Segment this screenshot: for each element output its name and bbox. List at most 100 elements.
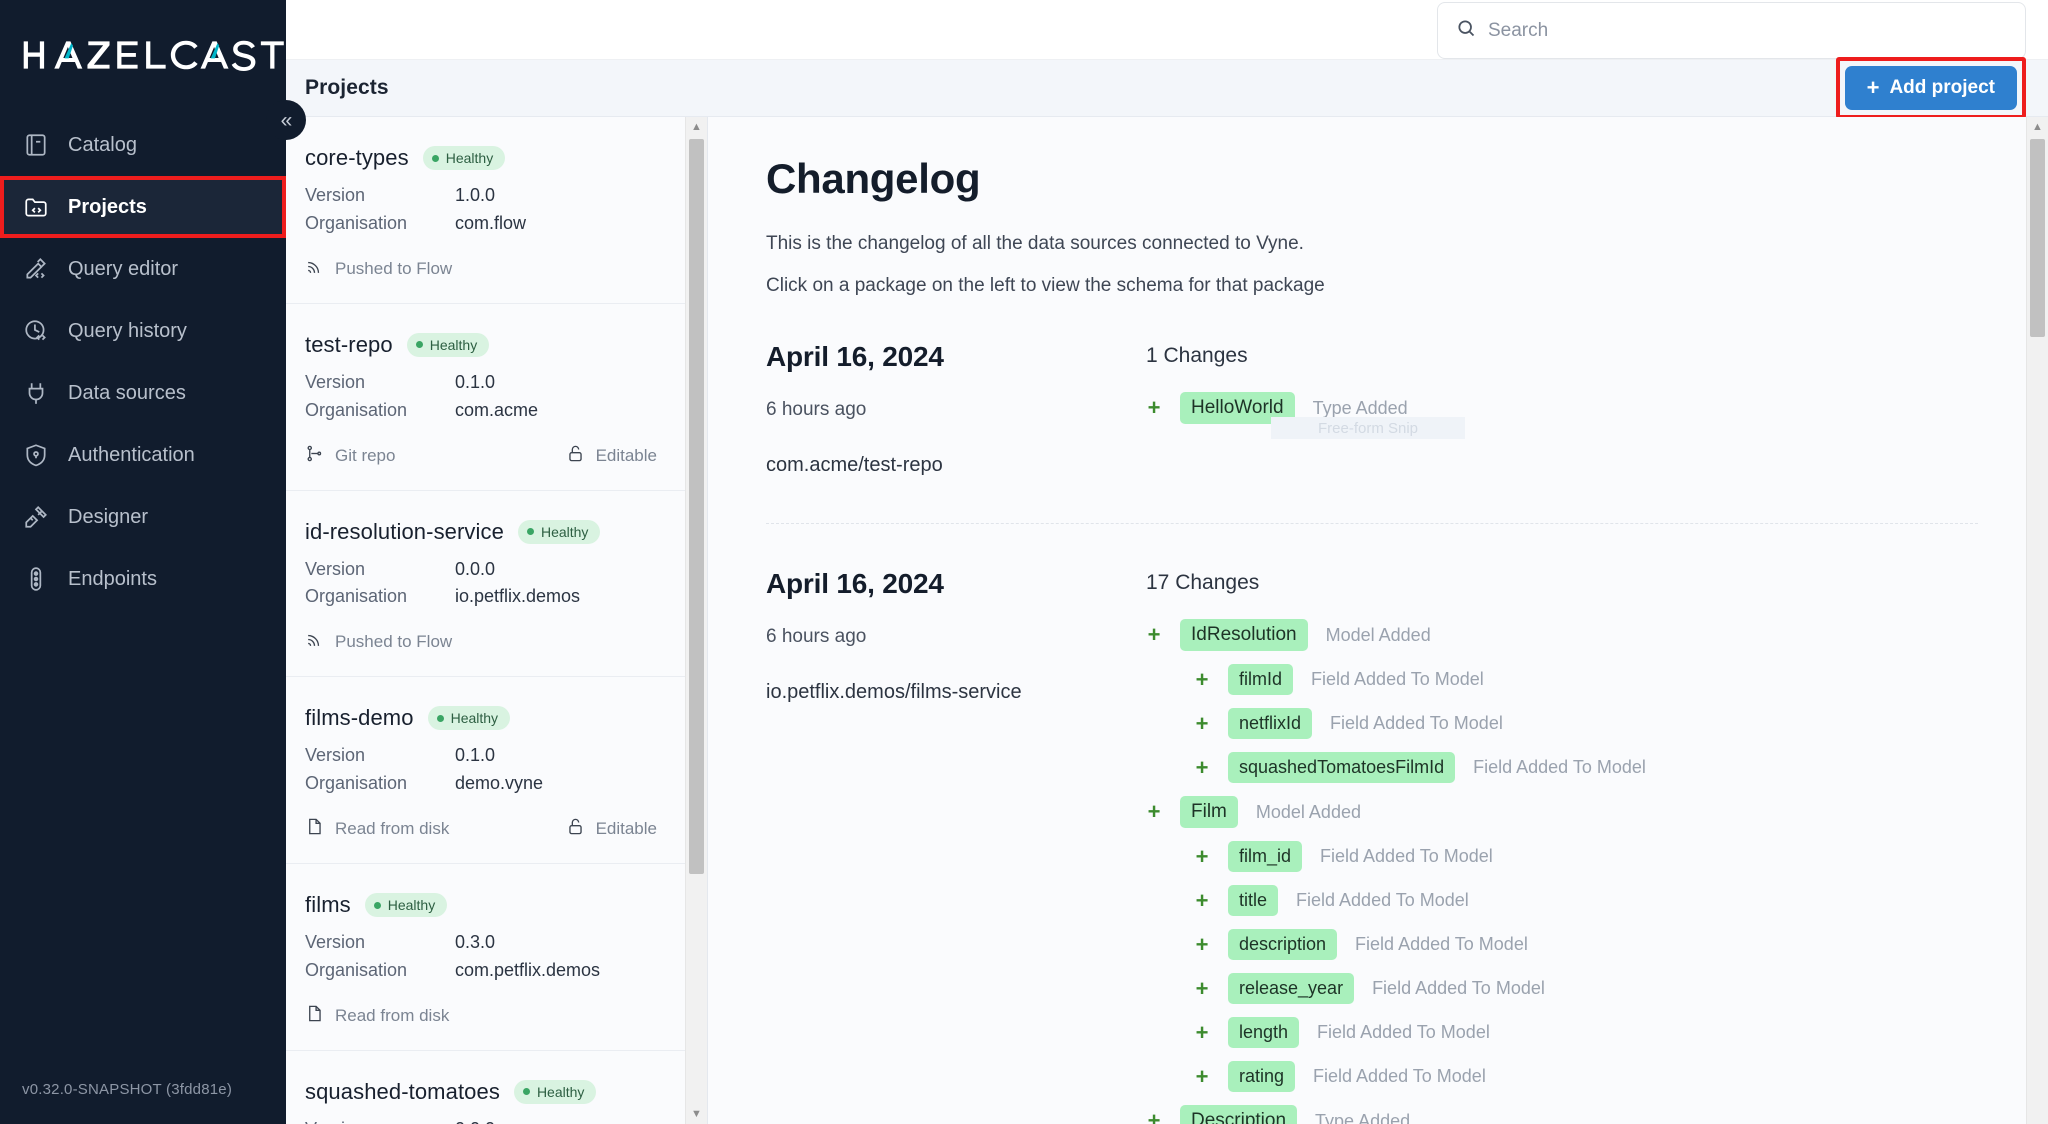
- project-organisation-row: Organisation com.flow: [305, 210, 657, 238]
- status-label: Healthy: [536, 1083, 585, 1100]
- plus-icon: +: [1195, 1019, 1209, 1045]
- project-name: films: [305, 892, 351, 918]
- project-card-header: test-repo Healthy: [305, 332, 657, 358]
- change-tag: netflixId: [1228, 708, 1313, 739]
- change-row[interactable]: + IdResolution Model Added: [1146, 619, 1978, 651]
- change-tag: title: [1228, 885, 1279, 916]
- search-input[interactable]: [1488, 19, 2007, 42]
- project-meta: Pushed to Flow: [305, 257, 657, 281]
- project-card[interactable]: test-repo Healthy Version 0.1.0 Organisa…: [286, 304, 685, 491]
- changelog-entry-date: April 16, 2024: [766, 341, 944, 372]
- change-tag: release_year: [1228, 973, 1355, 1004]
- change-row[interactable]: + filmId Field Added To Model: [1146, 664, 1978, 695]
- status-dot-icon: [415, 341, 423, 349]
- change-kind: Field Added To Model: [1473, 757, 1646, 777]
- status-label: Healthy: [540, 523, 589, 540]
- sidebar-item-projects[interactable]: Projects: [0, 176, 286, 238]
- main-region: Projects + Add project core-types: [286, 0, 2048, 1124]
- project-card[interactable]: core-types Healthy Version 1.0.0 Organis…: [286, 117, 685, 304]
- sidebar-item-catalog[interactable]: Catalog: [0, 114, 286, 176]
- add-project-button[interactable]: + Add project: [1844, 66, 2017, 110]
- project-card-header: squashed-tomatoes Healthy: [305, 1079, 657, 1105]
- project-card[interactable]: films-demo Healthy Version 0.1.0 Organis…: [286, 677, 685, 865]
- plus-icon: +: [1195, 843, 1209, 869]
- change-tag: length: [1228, 1017, 1300, 1048]
- plus-icon: +: [1195, 1063, 1209, 1089]
- project-source: Read from disk: [305, 817, 449, 841]
- scrollbar-thumb[interactable]: [2030, 139, 2045, 337]
- plus-icon: +: [1195, 754, 1209, 780]
- project-version-row: Version 0.1.0: [305, 742, 657, 770]
- change-kind: Field Added To Model: [1320, 846, 1493, 866]
- change-row[interactable]: + description Field Added To Model: [1146, 929, 1978, 960]
- unlock-icon: [566, 817, 585, 841]
- project-editable: Editable: [566, 817, 657, 841]
- status-badge: Healthy: [517, 519, 601, 544]
- chevron-double-left-icon: «: [280, 108, 293, 132]
- plus-icon: +: [1147, 395, 1161, 420]
- change-row[interactable]: + Description Type Added: [1146, 1105, 1978, 1124]
- version-label: Version: [305, 558, 366, 579]
- scroll-down-arrow-icon[interactable]: ▼: [686, 1104, 707, 1124]
- status-label: Healthy: [445, 150, 494, 166]
- status-badge: Healthy: [427, 706, 511, 731]
- query-history-icon: [22, 317, 50, 345]
- catalog-icon: [22, 131, 50, 159]
- change-row[interactable]: + HelloWorld Type Added: [1146, 392, 1978, 424]
- sidebar-item-label: Catalog: [68, 133, 137, 156]
- change-row[interactable]: + film_id Field Added To Model: [1146, 841, 1978, 872]
- authentication-icon: [22, 441, 50, 469]
- sidebar-item-label: Query history: [68, 319, 187, 342]
- sidebar-item-data-sources[interactable]: Data sources: [0, 362, 286, 424]
- scroll-up-arrow-icon[interactable]: ▲: [686, 117, 707, 137]
- project-card[interactable]: films Healthy Version 0.3.0 Organisation: [286, 864, 685, 1051]
- project-name: core-types: [305, 145, 409, 170]
- data-sources-icon: [22, 379, 50, 407]
- git-icon: [305, 444, 324, 468]
- hazelcast-logo-icon: [23, 40, 284, 71]
- plus-icon: +: [1195, 887, 1209, 913]
- project-version-row: Version 0.0.0: [305, 556, 657, 584]
- sidebar-item-query-editor[interactable]: Query editor: [0, 238, 286, 300]
- project-source-label: Git repo: [335, 445, 396, 465]
- change-row[interactable]: + Film Model Added: [1146, 796, 1978, 828]
- status-dot-icon: [436, 714, 444, 722]
- project-card[interactable]: squashed-tomatoes Healthy Version 0.0.0 …: [286, 1051, 685, 1124]
- change-row[interactable]: + length Field Added To Model: [1146, 1017, 1978, 1048]
- project-source-label: Pushed to Flow: [335, 258, 453, 278]
- content-body: core-types Healthy Version 1.0.0 Organis…: [286, 117, 2048, 1124]
- sidebar-item-label: Designer: [68, 505, 149, 528]
- plus-icon: +: [1147, 799, 1161, 824]
- change-row[interactable]: + title Field Added To Model: [1146, 885, 1978, 916]
- projects-list-scrollbar[interactable]: ▲ ▼: [685, 117, 707, 1124]
- change-kind: Field Added To Model: [1313, 1066, 1486, 1086]
- changelog-change-count: 17 Changes: [1146, 571, 1260, 594]
- change-kind: Field Added To Model: [1317, 1022, 1490, 1042]
- project-card[interactable]: id-resolution-service Healthy Version 0.…: [286, 491, 685, 678]
- sidebar-item-endpoints[interactable]: Endpoints: [0, 548, 286, 610]
- change-row[interactable]: + release_year Field Added To Model: [1146, 973, 1978, 1004]
- scrollbar-thumb[interactable]: [689, 139, 704, 874]
- plus-icon: +: [1195, 931, 1209, 957]
- changelog-entry-package: io.petflix.demos/films-service: [766, 681, 1022, 703]
- changelog-entry-meta: April 16, 2024 6 hours ago com.acme/test…: [766, 341, 1146, 477]
- project-card-header: core-types Healthy: [305, 145, 657, 171]
- sidebar-nav: Catalog Projects Query editor Query hist…: [0, 114, 286, 610]
- scroll-up-arrow-icon[interactable]: ▲: [2027, 117, 2048, 137]
- project-name: films-demo: [305, 705, 414, 731]
- designer-icon: [22, 503, 50, 531]
- main-scrollbar[interactable]: ▲: [2026, 117, 2048, 1124]
- change-row[interactable]: + squashedTomatoesFilmId Field Added To …: [1146, 752, 1978, 783]
- organisation-label: Organisation: [305, 212, 408, 233]
- add-project-highlight: + Add project: [1835, 57, 2026, 119]
- sidebar-item-designer[interactable]: Designer: [0, 486, 286, 548]
- change-row[interactable]: + rating Field Added To Model: [1146, 1061, 1978, 1092]
- sidebar-item-authentication[interactable]: Authentication: [0, 424, 286, 486]
- change-row[interactable]: + netflixId Field Added To Model: [1146, 708, 1978, 739]
- brand-logo[interactable]: [0, 0, 286, 96]
- collapse-sidebar-button[interactable]: «: [266, 100, 306, 140]
- changelog-entry: April 16, 2024 6 hours ago com.acme/test…: [766, 297, 1978, 477]
- search-box[interactable]: [1437, 2, 2026, 59]
- sidebar-item-query-history[interactable]: Query history: [0, 300, 286, 362]
- sidebar: « Catalog Projects Query editor Query hi…: [0, 0, 306, 1124]
